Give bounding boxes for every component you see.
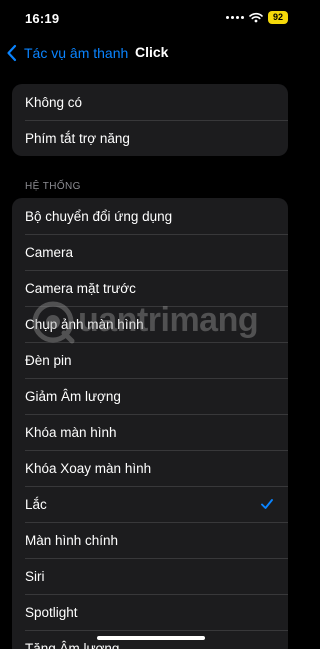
option-row-siri[interactable]: Siri bbox=[12, 558, 288, 594]
status-icons: 92 bbox=[226, 11, 288, 24]
option-label: Không có bbox=[25, 94, 83, 110]
option-label: Camera mặt trước bbox=[25, 280, 136, 296]
section-header-system: HỆ THỐNG bbox=[25, 181, 81, 192]
option-row-volume-down[interactable]: Giảm Âm lượng bbox=[12, 378, 288, 414]
option-label: Khóa màn hình bbox=[25, 424, 117, 440]
option-label: Giảm Âm lượng bbox=[25, 388, 121, 404]
navigation-bar: Tác vụ âm thanh Click bbox=[0, 38, 300, 68]
page-title: Click bbox=[135, 44, 169, 60]
option-label: Siri bbox=[25, 568, 45, 584]
option-row-home-screen[interactable]: Màn hình chính bbox=[12, 522, 288, 558]
home-indicator[interactable] bbox=[97, 636, 205, 640]
option-label: Bộ chuyển đổi ứng dụng bbox=[25, 208, 173, 224]
back-chevron-icon[interactable] bbox=[6, 44, 18, 62]
option-row-front-camera[interactable]: Camera mặt trước bbox=[12, 270, 288, 306]
status-bar: 16:19 92 bbox=[0, 0, 300, 38]
option-row-spotlight[interactable]: Spotlight bbox=[12, 594, 288, 630]
option-row-camera[interactable]: Camera bbox=[12, 234, 288, 270]
back-button[interactable]: Tác vụ âm thanh bbox=[24, 45, 128, 61]
top-options-group: Không có Phím tắt trợ năng bbox=[12, 84, 288, 156]
option-row-flashlight[interactable]: Đèn pin bbox=[12, 342, 288, 378]
option-label: Spotlight bbox=[25, 604, 78, 620]
option-row-app-switcher[interactable]: Bộ chuyển đổi ứng dụng bbox=[12, 198, 288, 234]
status-time: 16:19 bbox=[25, 11, 60, 26]
option-row-shake[interactable]: Lắc bbox=[12, 486, 288, 522]
option-row-accessibility-shortcut[interactable]: Phím tắt trợ năng bbox=[12, 120, 288, 156]
option-row-rotation-lock[interactable]: Khóa Xoay màn hình bbox=[12, 450, 288, 486]
option-label: Tăng Âm lượng bbox=[25, 640, 120, 649]
option-row-none[interactable]: Không có bbox=[12, 84, 288, 120]
system-options-group: Bộ chuyển đổi ứng dụng Camera Camera mặt… bbox=[12, 198, 288, 649]
battery-badge: 92 bbox=[268, 11, 288, 24]
cellular-signal-icon bbox=[226, 16, 244, 19]
option-label: Camera bbox=[25, 244, 74, 260]
option-label: Phím tắt trợ năng bbox=[25, 130, 130, 146]
option-label: Lắc bbox=[25, 496, 47, 512]
option-row-screenshot[interactable]: Chụp ảnh màn hình bbox=[12, 306, 288, 342]
checkmark-icon bbox=[261, 499, 273, 509]
wifi-icon bbox=[249, 12, 263, 23]
option-label: Chụp ảnh màn hình bbox=[25, 316, 144, 332]
option-label: Màn hình chính bbox=[25, 532, 119, 548]
option-row-lock-screen[interactable]: Khóa màn hình bbox=[12, 414, 288, 450]
option-label: Khóa Xoay màn hình bbox=[25, 460, 152, 476]
option-label: Đèn pin bbox=[25, 352, 72, 368]
